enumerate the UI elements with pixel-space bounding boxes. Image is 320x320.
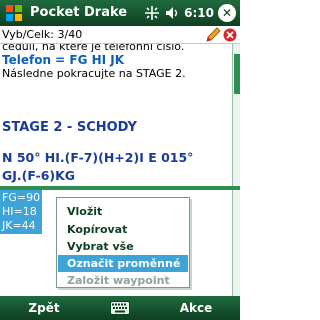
volume-icon[interactable] bbox=[164, 5, 180, 21]
menu-item-copy[interactable]: Kopírovat bbox=[58, 221, 188, 238]
softkey-bar: Zpět Akce bbox=[0, 296, 240, 320]
connectivity-icon[interactable] bbox=[144, 5, 160, 21]
back-softkey[interactable]: Zpět bbox=[0, 296, 88, 320]
system-tray: 6:10 ✕ bbox=[144, 4, 236, 22]
cancel-icon[interactable] bbox=[223, 28, 237, 42]
upper-scrollbar-thumb[interactable] bbox=[234, 54, 240, 94]
app-title: Pocket Drake bbox=[30, 5, 128, 20]
coordinate-formula-line: GJ.(F-6)KG bbox=[2, 168, 76, 183]
pencil-icon[interactable] bbox=[204, 27, 222, 43]
context-menu: Vložit Kopírovat Vybrat vše Označit prom… bbox=[56, 197, 190, 288]
cache-description-text[interactable]: ceduli, na které je telefonní číslo. Tel… bbox=[0, 44, 232, 186]
variable-item: FG=90 bbox=[2, 191, 41, 204]
phone-formula-line: Telefon = FG HI JK bbox=[2, 53, 125, 67]
upper-scrollbar[interactable] bbox=[232, 44, 240, 186]
action-softkey[interactable]: Akce bbox=[152, 296, 240, 320]
header-row: Vyb/Celk: 3/40 bbox=[0, 26, 240, 44]
variables-selection[interactable]: FG=90 HI=18 JK=44 bbox=[0, 190, 42, 234]
progress-label: Vyb/Celk: 3/40 bbox=[2, 28, 83, 41]
keyboard-icon[interactable] bbox=[110, 301, 130, 315]
menu-item-create-waypoint: Založit waypoint bbox=[67, 274, 170, 287]
variable-item: JK=44 bbox=[2, 219, 36, 232]
description-line: Následne pokracujte na STAGE 2. bbox=[2, 67, 186, 80]
lower-scrollbar[interactable] bbox=[232, 190, 240, 296]
title-bar: Pocket Drake 6:10 ✕ bbox=[0, 0, 240, 26]
clock[interactable]: 6:10 bbox=[184, 6, 214, 20]
menu-item-select-all[interactable]: Vybrat vše bbox=[58, 238, 188, 255]
stage-heading: STAGE 2 - SCHODY bbox=[2, 120, 137, 135]
menu-item-paste[interactable]: Vložit bbox=[58, 203, 188, 220]
close-button[interactable]: ✕ bbox=[218, 4, 236, 22]
windows-logo-icon[interactable] bbox=[4, 3, 24, 23]
variable-item: HI=18 bbox=[2, 205, 37, 218]
description-line: ceduli, na které je telefonní číslo. bbox=[2, 44, 185, 53]
menu-item-mark-variables[interactable]: Označit proměnné bbox=[58, 255, 188, 272]
coordinate-formula-line: N 50° HI.(F-7)(H+2)I E 015° bbox=[2, 150, 194, 165]
